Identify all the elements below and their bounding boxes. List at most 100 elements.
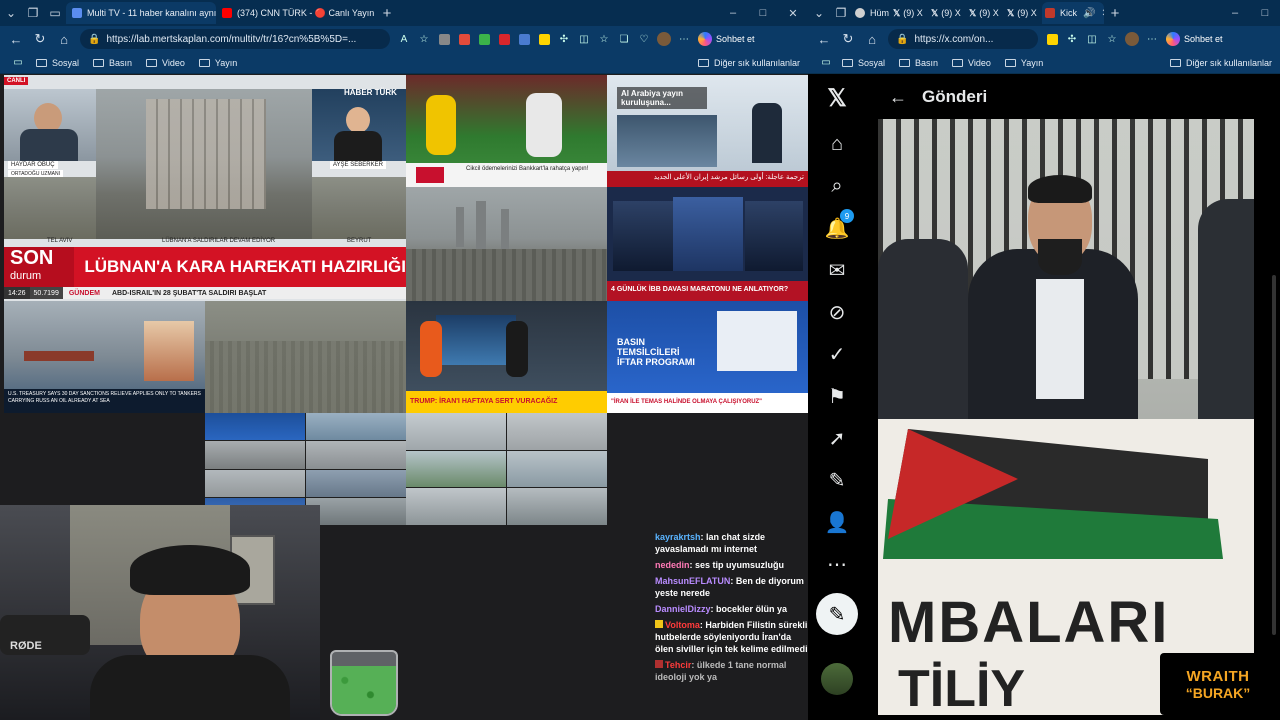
- post-video[interactable]: MBALARI TİLİY: [878, 119, 1254, 715]
- bookmark-folder[interactable]: Video: [146, 58, 185, 68]
- tv-tile-alarabiya[interactable]: Al Arabiya yayın kuruluşuna... ترجمة عاج…: [607, 75, 808, 187]
- tv-tile-hazy-city[interactable]: [205, 301, 406, 413]
- favorite-star-icon[interactable]: ☆: [414, 31, 434, 47]
- speaker-icon[interactable]: 🔊: [1083, 8, 1095, 19]
- copilot-chat-button[interactable]: Sohbet et: [698, 32, 755, 46]
- profile-avatar[interactable]: [654, 31, 674, 47]
- settings-gear-icon[interactable]: ⚙: [791, 395, 802, 409]
- read-aloud-icon[interactable]: A: [394, 31, 414, 47]
- tab-cnn-turk[interactable]: (374) CNN TÜRK - 🔴 Canlı Yayın ✕: [216, 2, 376, 24]
- tv-tile-istanbul-skyline[interactable]: [406, 187, 607, 301]
- bookmark-folder[interactable]: Basın: [93, 58, 132, 68]
- more-options-icon[interactable]: ⋯: [822, 549, 852, 579]
- more-menu-icon[interactable]: ⋯: [1142, 31, 1162, 47]
- back-icon[interactable]: ←: [812, 32, 836, 47]
- post-page-title: Gönderi: [922, 87, 988, 106]
- chat-username: Voltoma: [665, 620, 700, 630]
- bookmark-folder[interactable]: Video: [952, 58, 991, 68]
- tv-tile-cnn-turk[interactable]: TRUMP: İRAN'I HAFTAYA SERT VURACAĞIZ: [406, 301, 607, 413]
- tv-tile-webcams-2[interactable]: [406, 413, 607, 525]
- extension-icon[interactable]: [434, 31, 454, 47]
- back-arrow-icon[interactable]: ←: [878, 87, 918, 108]
- tab-hum[interactable]: Hüm: [852, 2, 890, 24]
- split-screen-icon[interactable]: ◫: [1082, 31, 1102, 47]
- tab-x[interactable]: 𝕏 (9) X: [1004, 2, 1042, 24]
- tab-menu-icon[interactable]: ▭: [816, 55, 836, 71]
- speaker-center: [673, 197, 743, 271]
- bookmark-folder[interactable]: Basın: [899, 58, 938, 68]
- home-icon[interactable]: ⌂: [52, 32, 76, 47]
- tab-actions-icon[interactable]: ⌄: [808, 2, 830, 24]
- reporter: [144, 321, 194, 381]
- tv-tile-ibb[interactable]: 4 GÜNLÜK İBB DAVASI MARATONU NE ANLATIYO…: [607, 187, 808, 301]
- extension-icon[interactable]: [454, 31, 474, 47]
- tab-menu-icon[interactable]: ▭: [8, 55, 28, 71]
- x-logo-icon[interactable]: 𝕏: [822, 83, 852, 113]
- new-tab-button[interactable]: +: [376, 2, 398, 24]
- extension-icon[interactable]: [1042, 31, 1062, 47]
- tab-x[interactable]: 𝕏 (9) X: [966, 2, 1004, 24]
- workspaces-icon[interactable]: ❐: [22, 2, 44, 24]
- puzzle-icon[interactable]: ✣: [554, 31, 574, 47]
- favorites-icon[interactable]: ☆: [594, 31, 614, 47]
- tabs-icon[interactable]: ▭: [44, 2, 66, 24]
- messages-icon[interactable]: ✉: [822, 255, 852, 285]
- more-menu-icon[interactable]: ⋯: [674, 31, 694, 47]
- x-logo-icon: 𝕏: [969, 7, 977, 18]
- maximize-button[interactable]: □: [1250, 7, 1280, 19]
- bookmarks-icon[interactable]: ⚑: [822, 381, 852, 411]
- tel-aviv-footage: [4, 177, 96, 239]
- tab-x[interactable]: 𝕏 (9) X: [928, 2, 966, 24]
- favorites-icon[interactable]: ☆: [1102, 31, 1122, 47]
- split-screen-icon[interactable]: ◫: [574, 31, 594, 47]
- puzzle-icon[interactable]: ✣: [1062, 31, 1082, 47]
- refresh-icon[interactable]: ↻: [28, 31, 52, 47]
- bookmark-folder[interactable]: Sosyal: [842, 58, 885, 68]
- son-durum-banner: SON durum LÜBNAN'A KARA HAREKATI HAZIRLI…: [4, 247, 406, 287]
- extension-icon[interactable]: [514, 31, 534, 47]
- tab-actions-icon[interactable]: ⌄: [0, 2, 22, 24]
- compose-post-button[interactable]: ✎: [816, 593, 858, 635]
- workspaces-icon[interactable]: ❐: [830, 2, 852, 24]
- copilot-chat-button[interactable]: Sohbet et: [1166, 32, 1223, 46]
- tv-tile-sports[interactable]: Cikcil ödemelerinizi Bankkart'la rahatça…: [406, 75, 607, 187]
- explore-search-icon[interactable]: ⌕: [822, 171, 852, 201]
- tv-tile-world[interactable]: U.S. TREASURY SAYS 30 DAY SANCTIONS RELI…: [4, 301, 205, 413]
- refresh-icon[interactable]: ↻: [836, 31, 860, 47]
- home-icon[interactable]: ⌂: [860, 32, 884, 47]
- grok-icon[interactable]: ⊘: [822, 297, 852, 327]
- tv-tile-press[interactable]: BASIN TEMSİLCİLERİ İFTAR PROGRAMI "İRAN …: [607, 301, 808, 413]
- extension-icon[interactable]: [534, 31, 554, 47]
- account-avatar[interactable]: [821, 663, 853, 695]
- browser-essentials-icon[interactable]: ♡: [634, 31, 654, 47]
- ticker-time: 14:26: [4, 287, 30, 299]
- collections-icon[interactable]: ❏: [614, 31, 634, 47]
- tab-x[interactable]: 𝕏 (9) X: [890, 2, 928, 24]
- notifications-bell-icon[interactable]: 🔔 9: [822, 209, 854, 243]
- new-tab-button[interactable]: +: [1104, 2, 1126, 24]
- extension-icon[interactable]: [474, 31, 494, 47]
- other-favorites[interactable]: Diğer sık kullanılanlar: [697, 58, 800, 68]
- minimize-button[interactable]: –: [1220, 7, 1250, 19]
- other-favorites[interactable]: Diğer sık kullanılanlar: [1169, 58, 1272, 68]
- bookmark-folder[interactable]: Yayın: [1004, 58, 1043, 68]
- bookmark-folder[interactable]: Sosyal: [36, 58, 79, 68]
- bookmark-folder[interactable]: Yayın: [198, 58, 237, 68]
- address-bar[interactable]: 🔒 https://lab.mertskaplan.com/multitv/tr…: [80, 29, 390, 49]
- tab-kick[interactable]: Kick🔊✕: [1042, 2, 1104, 24]
- communities-icon[interactable]: ✎: [822, 465, 852, 495]
- extension-icon[interactable]: [494, 31, 514, 47]
- profile-avatar[interactable]: [1122, 31, 1142, 47]
- scrollbar[interactable]: [1272, 275, 1276, 635]
- maximize-button[interactable]: □: [748, 7, 778, 20]
- minimize-button[interactable]: –: [718, 7, 748, 20]
- address-bar[interactable]: 🔒 https://x.com/on...: [888, 29, 1038, 49]
- profile-icon[interactable]: 👤: [822, 507, 852, 537]
- back-icon[interactable]: ←: [4, 32, 28, 47]
- tab-multitv[interactable]: Multi TV - 11 haber kanalını aynı a ✕: [66, 2, 216, 24]
- close-window-button[interactable]: ✕: [778, 7, 808, 20]
- tab-label: (9) X: [903, 8, 923, 18]
- home-icon[interactable]: ⌂: [822, 129, 852, 159]
- rocket-icon[interactable]: ➚: [822, 423, 852, 453]
- premium-verified-icon[interactable]: ✓: [822, 339, 852, 369]
